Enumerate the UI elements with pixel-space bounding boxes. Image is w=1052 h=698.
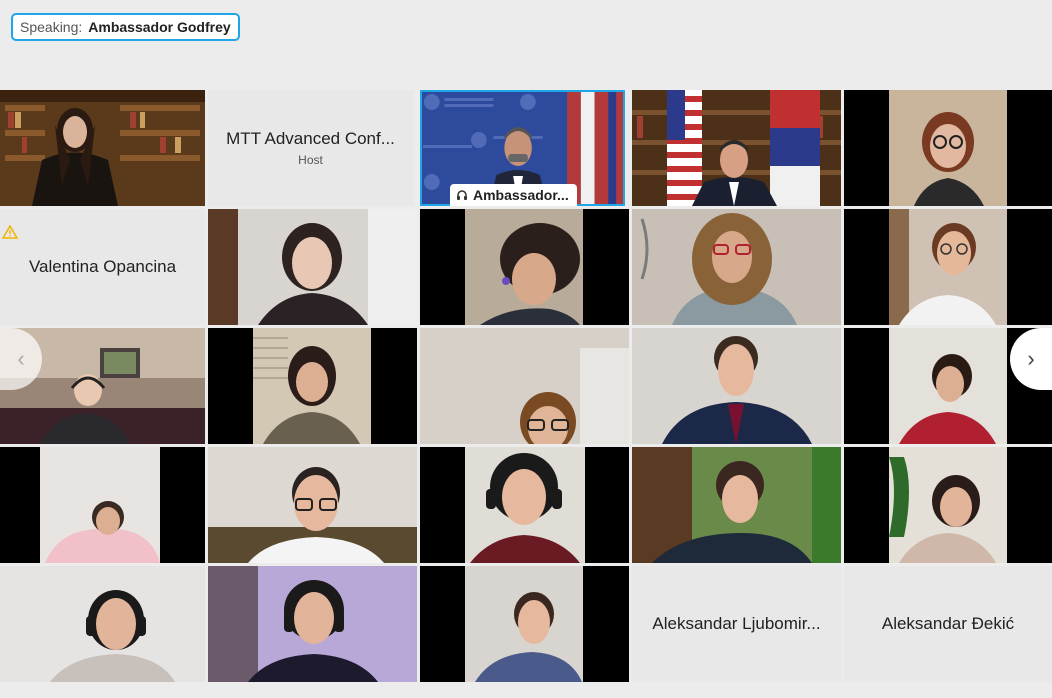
- video-tile[interactable]: [0, 566, 205, 682]
- participant-name: Valentina Opancina: [28, 257, 177, 276]
- participant-video: [632, 328, 841, 444]
- video-tile[interactable]: [208, 447, 417, 563]
- host-label: Host: [298, 153, 323, 167]
- participant-tile-host[interactable]: MTT Advanced Conf... Host: [208, 90, 413, 206]
- gallery-grid: MTT Advanced Conf... Host Ambassador...: [0, 90, 1052, 684]
- participant-video: [632, 90, 841, 206]
- warning-icon: [2, 225, 18, 239]
- participant-tile-ljubomir[interactable]: Aleksandar Ljubomir...: [632, 566, 841, 682]
- video-tile[interactable]: [0, 447, 205, 563]
- video-tile[interactable]: [420, 209, 629, 325]
- participant-video: [632, 209, 841, 325]
- participant-video: [208, 566, 417, 682]
- participant-video: [844, 209, 1052, 325]
- video-tile[interactable]: [844, 447, 1052, 563]
- video-tile[interactable]: [208, 328, 417, 444]
- participant-video: [208, 209, 417, 325]
- video-tile[interactable]: [420, 447, 629, 563]
- participant-tile-dekic[interactable]: Aleksandar Đekić: [844, 566, 1052, 682]
- participant-video: [0, 90, 205, 206]
- speaking-name: Ambassador Godfrey: [88, 19, 231, 35]
- video-tile[interactable]: [420, 566, 629, 682]
- speaking-indicator: Speaking: Ambassador Godfrey: [11, 13, 240, 41]
- participant-video: [844, 447, 1052, 563]
- active-speaker-tile[interactable]: Ambassador...: [420, 90, 625, 206]
- participant-name: Aleksandar Ljubomir...: [652, 614, 821, 633]
- video-tile[interactable]: [632, 90, 841, 206]
- video-tile[interactable]: [844, 209, 1052, 325]
- video-tile[interactable]: [632, 209, 841, 325]
- speaking-label: Speaking:: [20, 19, 83, 35]
- video-tile[interactable]: [420, 328, 629, 444]
- video-tile[interactable]: [208, 209, 417, 325]
- headset-icon: [457, 190, 467, 200]
- participant-name: MTT Advanced Conf...: [226, 129, 395, 148]
- participant-video: [844, 90, 1052, 206]
- participant-video: [208, 447, 417, 563]
- participant-video: [420, 328, 629, 444]
- participant-nametag: Ambassador...: [450, 184, 577, 206]
- video-tile[interactable]: [632, 328, 841, 444]
- video-tile[interactable]: [208, 566, 417, 682]
- participant-video: [420, 209, 629, 325]
- participant-video: [420, 566, 629, 682]
- participant-video: [0, 447, 205, 563]
- participant-name: Aleksandar Đekić: [881, 614, 1015, 633]
- participant-video: [208, 328, 417, 444]
- participant-name: Ambassador...: [473, 187, 569, 203]
- participant-video: [0, 566, 205, 682]
- video-tile[interactable]: [844, 90, 1052, 206]
- chevron-right-icon: ›: [1027, 346, 1035, 371]
- participant-video: [420, 447, 629, 563]
- participant-video: [632, 447, 841, 563]
- video-tile[interactable]: [0, 90, 205, 206]
- chevron-left-icon: ‹: [17, 346, 25, 371]
- participant-tile-valentina[interactable]: Valentina Opancina: [0, 209, 205, 325]
- video-tile[interactable]: [632, 447, 841, 563]
